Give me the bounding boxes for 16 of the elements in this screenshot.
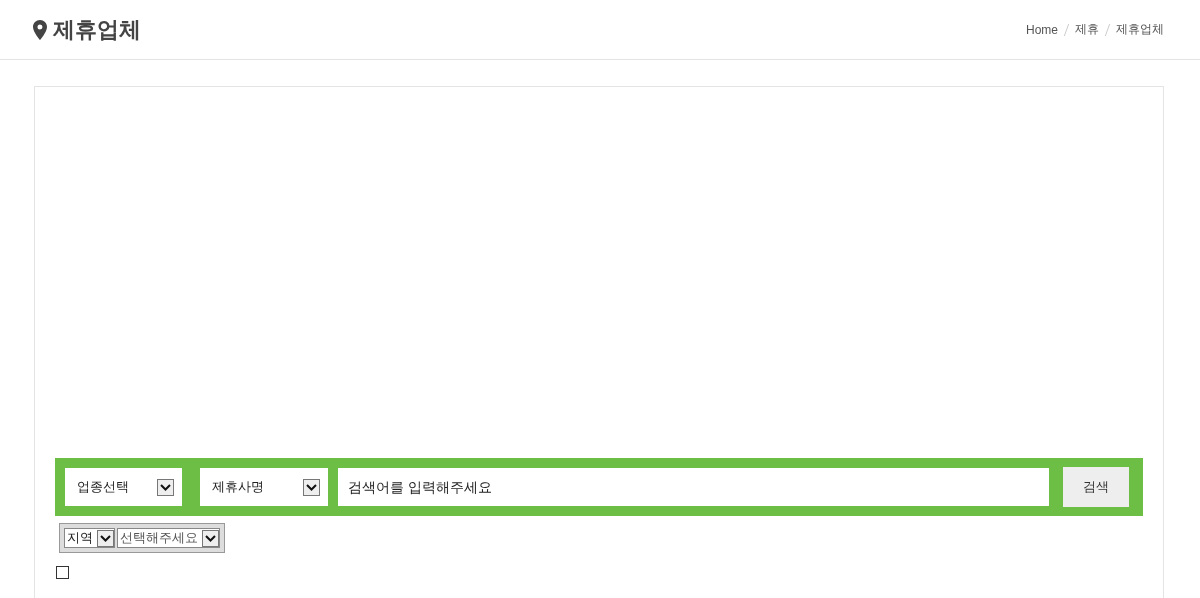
category-select[interactable]: 업종선택 bbox=[65, 468, 182, 506]
select-value: 지역 bbox=[66, 529, 94, 547]
page-title: 제휴업체 bbox=[53, 15, 141, 44]
search-field[interactable]: 검색어를 입력해주세요 bbox=[338, 468, 1049, 506]
breadcrumb-link[interactable]: 제휴업체 bbox=[1116, 21, 1164, 38]
region-select[interactable]: 지역 bbox=[64, 528, 115, 548]
select-value: 제휴사명 bbox=[212, 478, 264, 496]
breadcrumb-link[interactable]: Home bbox=[1026, 22, 1058, 37]
select-value: 업종선택 bbox=[77, 478, 129, 496]
search-button[interactable]: 검색 bbox=[1063, 467, 1129, 507]
field-select[interactable]: 제휴사명 bbox=[200, 468, 328, 506]
region-select[interactable]: 선택해주세요 bbox=[117, 528, 220, 548]
breadcrumb-link[interactable]: 제휴 bbox=[1075, 21, 1099, 38]
select-value: 선택해주세요 bbox=[119, 529, 199, 547]
map-pin-icon bbox=[33, 19, 47, 40]
checkbox[interactable] bbox=[56, 566, 69, 579]
